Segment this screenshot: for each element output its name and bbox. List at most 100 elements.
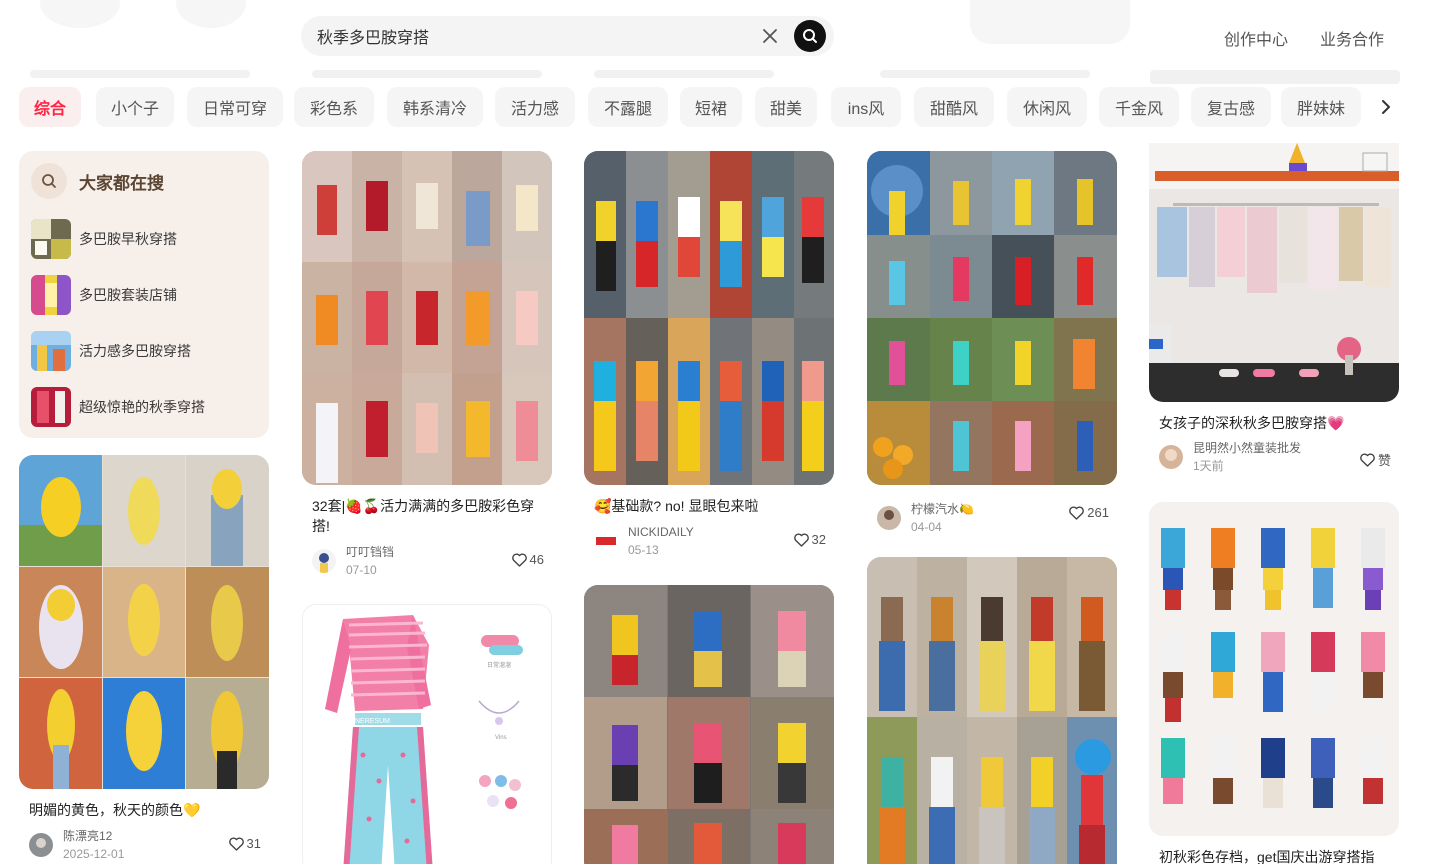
trending-title: 大家都在搜 xyxy=(79,173,164,193)
business-cooperation-link[interactable]: 业务合作 xyxy=(1320,26,1384,50)
heart-icon xyxy=(1069,505,1085,520)
note-cover-image xyxy=(584,151,834,485)
trending-item-label: 超级惊艳的秋季穿搭 xyxy=(79,399,205,415)
heart-icon xyxy=(228,836,244,851)
like-count: 261 xyxy=(1087,505,1109,520)
faded-row xyxy=(1150,70,1400,84)
note-author[interactable]: NICKIDAILY 05-13 xyxy=(594,524,694,558)
author-name: NICKIDAILY xyxy=(628,525,694,539)
tab-plus-size[interactable]: 胖妹妹 xyxy=(1281,87,1361,127)
avatar xyxy=(29,833,53,857)
product-tag: 日常溜溜 xyxy=(487,661,511,669)
search-button[interactable] xyxy=(794,20,826,52)
note-card[interactable] xyxy=(584,585,834,864)
post-date: 07-10 xyxy=(346,563,377,577)
like-button[interactable]: 46 xyxy=(511,552,544,567)
avatar xyxy=(877,506,901,530)
like-count: 31 xyxy=(246,836,261,851)
note-title: 32套|🍓🍒活力满满的多巴胺彩色穿搭! xyxy=(312,498,535,534)
trending-item[interactable]: 活力感多巴胺穿搭 xyxy=(31,331,191,371)
like-button[interactable]: 261 xyxy=(1069,505,1109,520)
faded-row xyxy=(312,70,542,78)
author-name: 柠檬汽水🍋 xyxy=(911,502,974,516)
note-card[interactable]: 女孩子的深秋秋多巴胺穿搭💗 昆明然小然童装批发 1天前 赞 xyxy=(1149,143,1399,483)
tab-daily[interactable]: 日常可穿 xyxy=(187,87,283,127)
trending-item-label: 多巴胺套装店铺 xyxy=(79,287,177,303)
tab-korean[interactable]: 韩系清冷 xyxy=(387,87,483,127)
clear-search-button[interactable] xyxy=(759,25,781,47)
heart-icon xyxy=(1360,452,1375,467)
avatar xyxy=(594,529,618,553)
note-cover-image xyxy=(867,557,1117,864)
like-count: 46 xyxy=(529,552,544,567)
tab-sweet[interactable]: 甜美 xyxy=(755,87,817,127)
tab-colorful[interactable]: 彩色系 xyxy=(294,87,374,127)
trending-item[interactable]: 超级惊艳的秋季穿搭 xyxy=(31,387,205,427)
product-tag: Vins xyxy=(495,735,507,741)
note-author[interactable]: 昆明然小然童装批发 1天前 xyxy=(1159,440,1301,474)
note-cover-image xyxy=(867,151,1117,485)
like-count: 赞 xyxy=(1377,453,1391,468)
tab-no-legs[interactable]: 不露腿 xyxy=(588,87,668,127)
note-card[interactable] xyxy=(867,557,1117,864)
tab-short-skirt[interactable]: 短裙 xyxy=(680,87,742,127)
faded-avatar xyxy=(970,0,1130,44)
avatar xyxy=(1159,445,1183,469)
heart-icon xyxy=(511,552,527,567)
filter-tabs: 综合 小个子 日常可穿 彩色系 韩系清冷 活力感 不露腿 短裙 甜美 ins风 … xyxy=(19,87,1399,127)
close-icon xyxy=(763,29,777,43)
note-card[interactable]: 柠檬汽水🍋 04-04 261 xyxy=(867,151,1117,541)
like-count: 32 xyxy=(811,532,826,547)
note-card[interactable]: 明媚的黄色，秋天的颜色💛 陈漂亮12 2025-12-01 31 xyxy=(19,455,269,864)
faded-row xyxy=(594,70,774,78)
note-author[interactable]: 柠檬汽水🍋 04-04 xyxy=(877,501,974,535)
tab-all[interactable]: 综合 xyxy=(19,87,81,127)
author-name: 叮叮铛铛 xyxy=(346,545,395,559)
note-cover-image xyxy=(1149,502,1399,836)
faded-row xyxy=(880,70,1090,78)
trending-item-label: 多巴胺早秋穿搭 xyxy=(79,231,177,247)
note-card[interactable]: NERESUM 日常溜溜 Vins xyxy=(302,604,552,864)
creator-center-link[interactable]: 创作中心 xyxy=(1224,26,1288,50)
note-title: 明媚的黄色，秋天的颜色💛 xyxy=(29,802,201,818)
trending-item[interactable]: 多巴胺早秋穿搭 xyxy=(31,219,177,259)
faded-row xyxy=(30,70,250,78)
faded-avatar xyxy=(176,0,246,28)
tab-ins[interactable]: ins风 xyxy=(831,87,901,127)
chevron-right-icon xyxy=(1382,100,1390,114)
tab-energetic[interactable]: 活力感 xyxy=(495,87,575,127)
note-cover-image xyxy=(1149,143,1399,402)
trending-item[interactable]: 多巴胺套装店铺 xyxy=(31,275,177,315)
tab-elegant[interactable]: 千金风 xyxy=(1099,87,1179,127)
post-date: 2025-12-01 xyxy=(63,847,125,861)
note-cover-image xyxy=(19,455,269,789)
trending-thumbnail xyxy=(31,275,71,315)
note-title: 初秋彩色存档，get国庆出游穿搭指 xyxy=(1159,849,1375,864)
like-button[interactable]: 32 xyxy=(793,532,826,547)
like-button[interactable]: 赞 xyxy=(1360,450,1391,469)
trending-header: 大家都在搜 xyxy=(31,163,164,199)
note-cover-image xyxy=(584,585,834,864)
note-cover-image: NERESUM 日常溜溜 Vins xyxy=(302,604,552,864)
heart-icon xyxy=(793,532,809,547)
tab-retro[interactable]: 复古感 xyxy=(1191,87,1271,127)
author-name: 昆明然小然童装批发 xyxy=(1193,441,1302,455)
note-author[interactable]: 叮叮铛铛 07-10 xyxy=(312,544,394,578)
avatar xyxy=(312,549,336,573)
note-title: 女孩子的深秋秋多巴胺穿搭💗 xyxy=(1159,415,1345,431)
post-date: 05-13 xyxy=(628,543,659,557)
note-card[interactable]: 初秋彩色存档，get国庆出游穿搭指 xyxy=(1149,502,1399,864)
tab-petite[interactable]: 小个子 xyxy=(96,87,174,127)
like-button[interactable]: 31 xyxy=(228,836,261,851)
tabs-next-button[interactable] xyxy=(1373,87,1399,127)
note-card[interactable]: 🥰基础款? no! 显眼包来啦 NICKIDAILY 05-13 32 xyxy=(584,151,834,571)
note-title: 🥰基础款? no! 显眼包来啦 xyxy=(594,498,759,514)
tab-casual[interactable]: 休闲风 xyxy=(1007,87,1087,127)
note-card[interactable]: 32套|🍓🍒活力满满的多巴胺彩色穿搭! 叮叮铛铛 07-10 46 xyxy=(302,151,552,581)
author-name: 陈漂亮12 xyxy=(63,829,113,843)
post-date: 1天前 xyxy=(1193,459,1224,473)
tab-sweet-cool[interactable]: 甜酷风 xyxy=(914,87,994,127)
search-input[interactable] xyxy=(317,16,747,56)
note-author[interactable]: 陈漂亮12 2025-12-01 xyxy=(29,828,124,862)
trending-thumbnail xyxy=(31,331,71,371)
